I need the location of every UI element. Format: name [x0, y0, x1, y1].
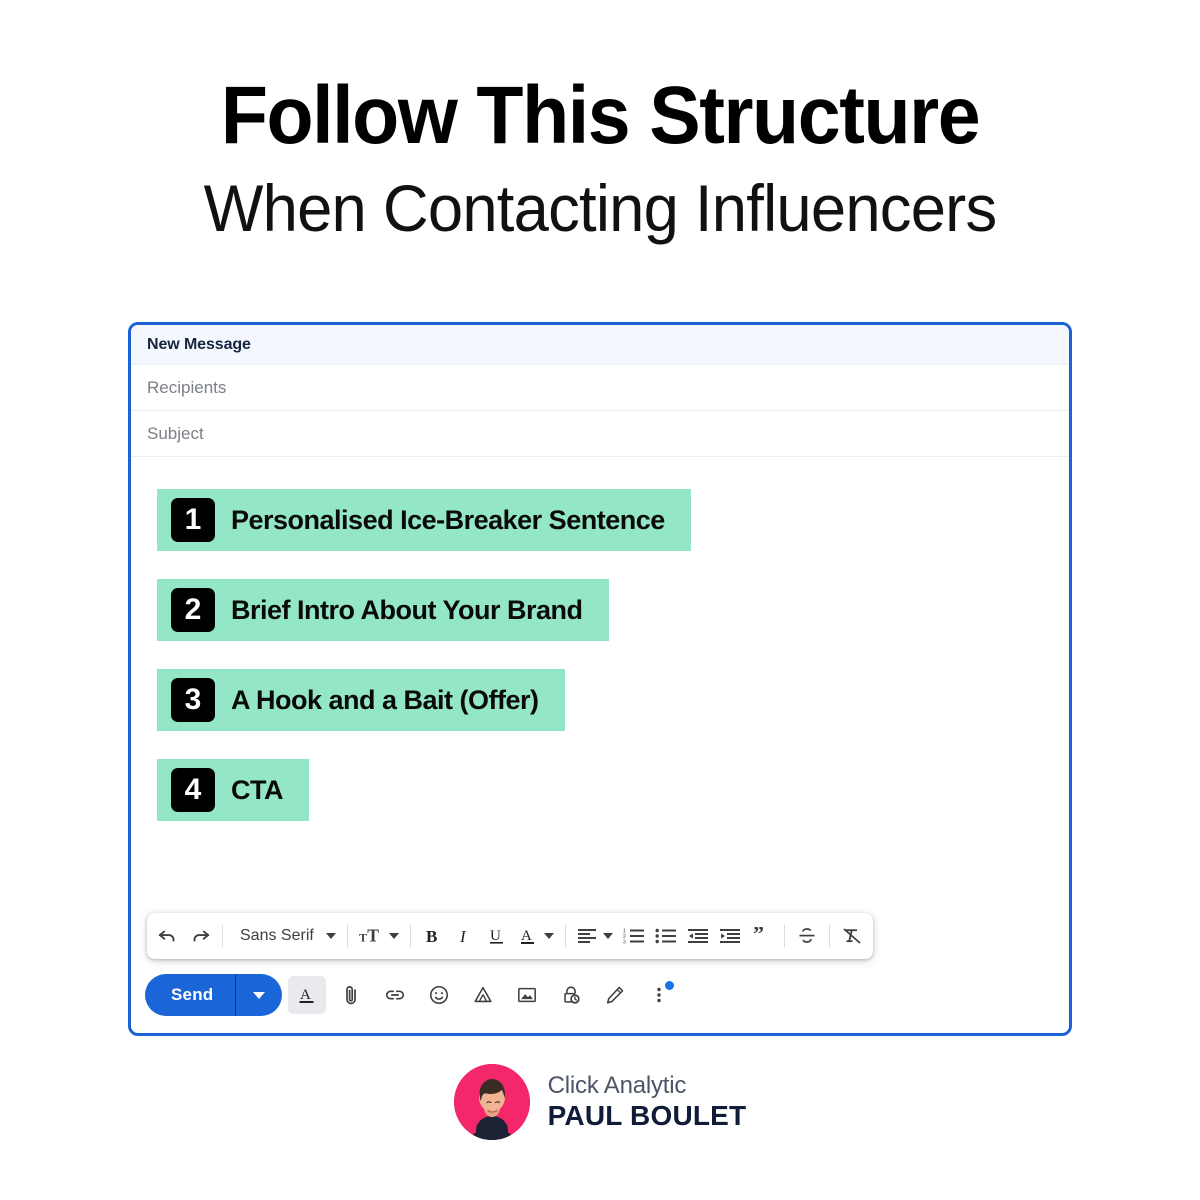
avatar — [453, 1064, 530, 1140]
toolbar-divider — [346, 925, 348, 947]
step-label: A Hook and a Bait (Offer) — [231, 684, 539, 715]
list-item: 2 Brief Intro About Your Brand — [157, 579, 1069, 669]
page-subtitle: When Contacting Influencers — [203, 170, 998, 245]
bulleted-list-icon[interactable] — [651, 919, 681, 953]
insert-from-drive-icon[interactable] — [464, 976, 502, 1014]
chevron-down-icon — [602, 933, 613, 939]
brand-name: Click Analytic — [547, 1072, 687, 1100]
insert-link-icon[interactable] — [376, 976, 414, 1014]
insert-signature-icon[interactable] — [596, 976, 634, 1014]
formatting-toolbar: Sans Serif T T B I U A 1 2 3 ” — [147, 913, 873, 959]
formatting-options-icon[interactable]: A — [288, 976, 327, 1014]
chevron-down-icon — [325, 933, 336, 939]
step-number-badge: 3 — [171, 678, 215, 722]
underline-button[interactable]: U — [482, 919, 512, 953]
send-options-button[interactable] — [236, 991, 282, 999]
svg-text:U: U — [490, 928, 501, 944]
footer-branding: Click Analytic PAUL BOULET — [0, 1064, 1200, 1140]
toolbar-divider — [409, 925, 411, 947]
poster-canvas: Follow This Structure When Contacting In… — [0, 0, 1200, 1200]
indent-increase-icon[interactable] — [715, 919, 745, 953]
compose-action-bar: Send A — [145, 967, 1055, 1023]
insert-photo-icon[interactable] — [508, 976, 546, 1014]
strikethrough-icon[interactable] — [792, 919, 822, 953]
svg-text:A: A — [521, 928, 532, 944]
headline-block: Follow This Structure When Contacting In… — [0, 0, 1200, 248]
step-number-badge: 1 — [171, 498, 215, 542]
notification-dot — [665, 981, 675, 990]
compose-title: New Message — [147, 335, 251, 353]
svg-text:I: I — [459, 927, 467, 946]
author-name: PAUL BOULET — [547, 1099, 747, 1131]
confidential-mode-icon[interactable] — [552, 976, 590, 1014]
toolbar-divider — [222, 925, 223, 947]
numbered-list-icon[interactable]: 1 2 3 — [619, 919, 649, 953]
svg-text:T: T — [367, 926, 379, 946]
svg-text:T: T — [359, 931, 367, 945]
subject-field[interactable]: Subject — [131, 411, 1069, 457]
font-family-label: Sans Serif — [240, 927, 314, 944]
block-quote-icon[interactable]: ” — [747, 919, 777, 953]
italic-button[interactable]: I — [450, 919, 480, 953]
list-item: 3 A Hook and a Bait (Offer) — [157, 669, 1069, 759]
compose-window-header: New Message — [131, 325, 1069, 365]
font-family-selector[interactable]: Sans Serif — [230, 919, 340, 953]
text-color-button[interactable]: A — [514, 919, 558, 953]
toolbar-divider — [828, 925, 830, 947]
svg-text:A: A — [300, 987, 311, 1003]
chevron-down-icon — [388, 933, 399, 939]
recipients-field[interactable]: Recipients — [131, 365, 1069, 411]
insert-emoji-icon[interactable] — [420, 976, 458, 1014]
step-number-badge: 2 — [171, 588, 215, 632]
step-label: Personalised Ice-Breaker Sentence — [231, 504, 665, 535]
page-title: Follow This Structure — [220, 70, 981, 161]
brand-text: Click Analytic PAUL BOULET — [548, 1072, 747, 1132]
send-button[interactable]: Send — [145, 985, 235, 1005]
send-button-group: Send — [145, 974, 283, 1016]
undo-icon[interactable] — [153, 919, 183, 953]
svg-text:”: ” — [753, 927, 764, 945]
recipients-placeholder: Recipients — [147, 377, 227, 397]
align-left-icon[interactable] — [573, 919, 617, 953]
step-3: 3 A Hook and a Bait (Offer) — [157, 669, 565, 731]
more-options-icon[interactable] — [640, 976, 678, 1014]
chevron-down-icon — [253, 991, 266, 999]
step-number-badge: 4 — [171, 768, 215, 812]
font-size-icon[interactable]: T T — [355, 919, 403, 953]
chevron-down-icon — [543, 933, 554, 939]
list-item: 4 CTA — [157, 759, 1069, 849]
list-item: 1 Personalised Ice-Breaker Sentence — [157, 489, 1069, 579]
step-1: 1 Personalised Ice-Breaker Sentence — [157, 489, 691, 551]
redo-icon[interactable] — [185, 919, 215, 953]
step-label: CTA — [231, 774, 284, 805]
svg-text:3: 3 — [623, 940, 626, 946]
step-2: 2 Brief Intro About Your Brand — [157, 579, 609, 641]
svg-text:B: B — [426, 927, 437, 946]
compose-window: New Message Recipients Subject 1 Persona… — [128, 322, 1072, 1036]
compose-body[interactable]: 1 Personalised Ice-Breaker Sentence 2 Br… — [131, 457, 1069, 1033]
bold-button[interactable]: B — [418, 919, 448, 953]
attach-file-icon[interactable] — [332, 976, 370, 1014]
remove-formatting-icon[interactable] — [837, 919, 867, 953]
step-4: 4 CTA — [157, 759, 309, 821]
indent-decrease-icon[interactable] — [683, 919, 713, 953]
step-label: Brief Intro About Your Brand — [231, 594, 583, 625]
subject-placeholder: Subject — [147, 423, 204, 443]
toolbar-divider — [564, 925, 566, 947]
toolbar-divider — [783, 925, 785, 947]
